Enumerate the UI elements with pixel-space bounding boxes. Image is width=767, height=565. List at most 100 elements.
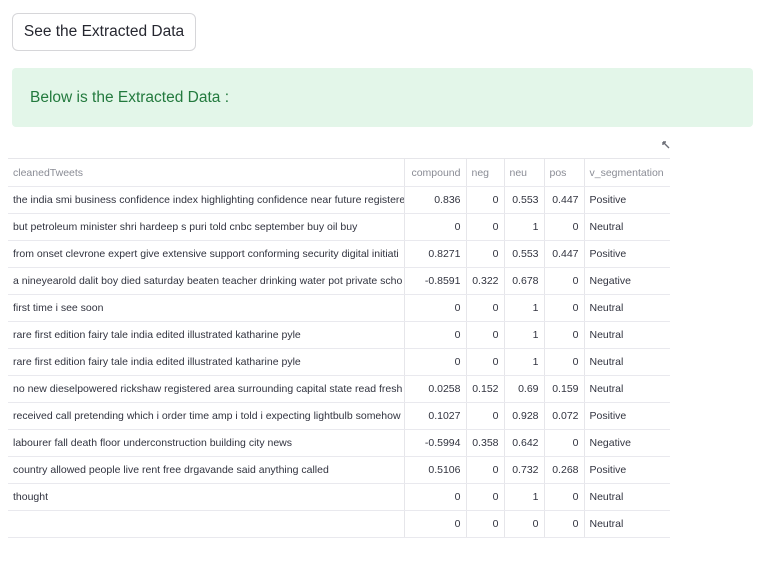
cell-cleaned-tweet[interactable]: but petroleum minister shri hardeep s pu… [8,213,405,241]
cell-neg[interactable]: 0 [466,186,505,214]
cell-compound[interactable]: 0.0258 [404,375,467,403]
cell-pos[interactable]: 0.268 [544,456,585,484]
success-alert: Below is the Extracted Data : [12,68,753,127]
cell-cleaned-tweet[interactable]: thought [8,483,405,511]
cell-compound[interactable]: 0.5106 [404,456,467,484]
cell-neg[interactable]: 0 [466,294,505,322]
cell-cleaned-tweet[interactable]: a nineyearold dalit boy died saturday be… [8,267,405,295]
cell-compound[interactable]: 0 [404,321,467,349]
cell-cleaned-tweet[interactable] [8,510,405,538]
cell-neu[interactable]: 0 [504,510,545,538]
cell-neg[interactable]: 0.322 [466,267,505,295]
cell-pos[interactable]: 0.447 [544,186,585,214]
table-row: the india smi business confidence index … [8,186,670,214]
data-table: cleanedTweets compound neg neu pos v_seg… [8,158,670,538]
cell-pos[interactable]: 0.072 [544,402,585,430]
cell-pos[interactable]: 0 [544,267,585,295]
table-row: received call pretending which i order t… [8,402,670,430]
cell-v-segmentation[interactable]: Neutral [584,375,670,403]
app-root: See the Extracted Data Below is the Extr… [0,0,767,565]
cell-compound[interactable]: -0.5994 [404,429,467,457]
table-row: no new dieselpowered rickshaw registered… [8,375,670,403]
cell-pos[interactable]: 0 [544,483,585,511]
cell-neg[interactable]: 0.358 [466,429,505,457]
cell-neg[interactable]: 0.152 [466,375,505,403]
cell-pos[interactable]: 0 [544,510,585,538]
cell-neg[interactable]: 0 [466,240,505,268]
cell-neg[interactable]: 0 [466,321,505,349]
dataframe[interactable]: cleanedTweets compound neg neu pos v_seg… [8,158,670,538]
cell-v-segmentation[interactable]: Neutral [584,294,670,322]
cell-pos[interactable]: 0 [544,429,585,457]
cell-pos[interactable]: 0.447 [544,240,585,268]
table-row: labourer fall death floor underconstruct… [8,429,670,457]
cell-neu[interactable]: 1 [504,321,545,349]
cell-neu[interactable]: 0.553 [504,240,545,268]
cell-compound[interactable]: 0.836 [404,186,467,214]
cell-pos[interactable]: 0 [544,213,585,241]
cell-neu[interactable]: 1 [504,213,545,241]
cell-neu[interactable]: 0.732 [504,456,545,484]
cell-neu[interactable]: 0.553 [504,186,545,214]
cell-v-segmentation[interactable]: Positive [584,186,670,214]
cell-compound[interactable]: 0 [404,348,467,376]
cell-neg[interactable]: 0 [466,402,505,430]
table-header-row: cleanedTweets compound neg neu pos v_seg… [8,158,670,187]
cell-cleaned-tweet[interactable]: first time i see soon [8,294,405,322]
column-header-cleaned-tweets[interactable]: cleanedTweets [8,158,405,187]
table-row: rare first edition fairy tale india edit… [8,348,670,376]
cell-compound[interactable]: 0.8271 [404,240,467,268]
cell-v-segmentation[interactable]: Neutral [584,510,670,538]
cell-compound[interactable]: 0 [404,483,467,511]
cell-cleaned-tweet[interactable]: labourer fall death floor underconstruct… [8,429,405,457]
cell-cleaned-tweet[interactable]: country allowed people live rent free dr… [8,456,405,484]
cell-neu[interactable]: 1 [504,348,545,376]
table-row: 0 0 0 0 Neutral [8,510,670,538]
cell-compound[interactable]: 0 [404,213,467,241]
column-header-neg[interactable]: neg [466,158,505,187]
cell-v-segmentation[interactable]: Neutral [584,483,670,511]
table-row: a nineyearold dalit boy died saturday be… [8,267,670,295]
column-header-neu[interactable]: neu [504,158,545,187]
cell-v-segmentation[interactable]: Positive [584,456,670,484]
cell-cleaned-tweet[interactable]: from onset clevrone expert give extensiv… [8,240,405,268]
cell-neu[interactable]: 0.642 [504,429,545,457]
cell-pos[interactable]: 0 [544,321,585,349]
cell-cleaned-tweet[interactable]: rare first edition fairy tale india edit… [8,348,405,376]
cell-pos[interactable]: 0 [544,294,585,322]
cell-v-segmentation[interactable]: Neutral [584,348,670,376]
cell-pos[interactable]: 0.159 [544,375,585,403]
cell-v-segmentation[interactable]: Neutral [584,213,670,241]
cell-compound[interactable]: 0 [404,510,467,538]
cell-neu[interactable]: 0.928 [504,402,545,430]
column-header-compound[interactable]: compound [404,158,467,187]
cell-compound[interactable]: 0 [404,294,467,322]
cell-neg[interactable]: 0 [466,456,505,484]
cell-compound[interactable]: 0.1027 [404,402,467,430]
cell-pos[interactable]: 0 [544,348,585,376]
success-message: Below is the Extracted Data : [30,88,230,106]
cell-v-segmentation[interactable]: Negative [584,429,670,457]
expand-icon[interactable] [661,140,671,150]
cell-neu[interactable]: 0.69 [504,375,545,403]
cell-v-segmentation[interactable]: Negative [584,267,670,295]
cell-cleaned-tweet[interactable]: received call pretending which i order t… [8,402,405,430]
cell-neg[interactable]: 0 [466,510,505,538]
cell-cleaned-tweet[interactable]: the india smi business confidence index … [8,186,405,214]
table-row: from onset clevrone expert give extensiv… [8,240,670,268]
column-header-v-segmentation[interactable]: v_segmentation [584,158,670,187]
cell-v-segmentation[interactable]: Neutral [584,321,670,349]
cell-compound[interactable]: -0.8591 [404,267,467,295]
see-extracted-data-button[interactable]: See the Extracted Data [12,13,196,51]
cell-cleaned-tweet[interactable]: rare first edition fairy tale india edit… [8,321,405,349]
cell-cleaned-tweet[interactable]: no new dieselpowered rickshaw registered… [8,375,405,403]
cell-neg[interactable]: 0 [466,213,505,241]
cell-neu[interactable]: 1 [504,294,545,322]
cell-neu[interactable]: 0.678 [504,267,545,295]
cell-v-segmentation[interactable]: Positive [584,240,670,268]
cell-neg[interactable]: 0 [466,348,505,376]
cell-neu[interactable]: 1 [504,483,545,511]
column-header-pos[interactable]: pos [544,158,585,187]
cell-neg[interactable]: 0 [466,483,505,511]
cell-v-segmentation[interactable]: Positive [584,402,670,430]
